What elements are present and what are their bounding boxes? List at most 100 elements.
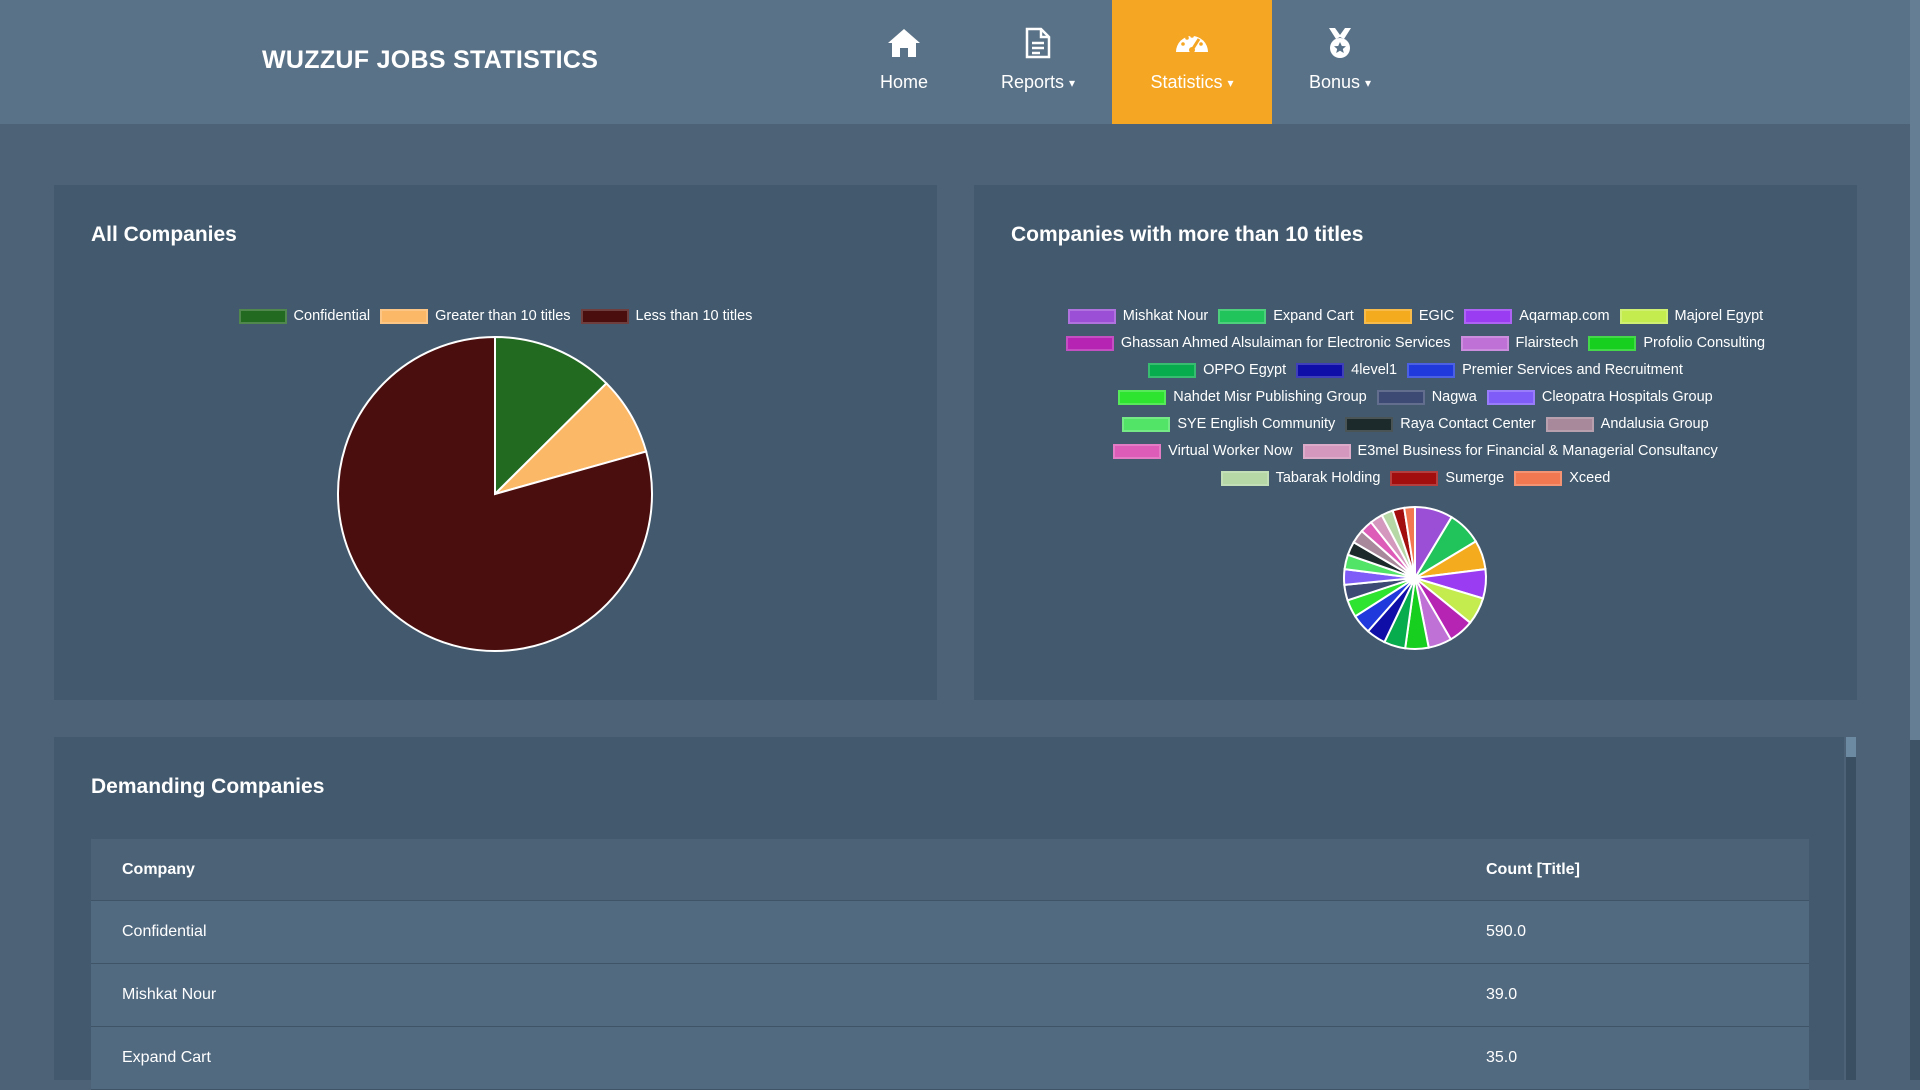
- legend-swatch: [238, 308, 287, 324]
- legend-item[interactable]: Less than 10 titles: [580, 307, 752, 325]
- legend-label: Majorel Egypt: [1674, 308, 1764, 324]
- legend-swatch: [1220, 470, 1269, 486]
- nav-reports-label: Reports: [1000, 72, 1064, 92]
- column-header-company[interactable]: Company: [122, 839, 195, 901]
- nav-reports[interactable]: Reports ▾: [988, 0, 1088, 124]
- legend-label: OPPO Egypt: [1203, 362, 1287, 378]
- brand-title[interactable]: WUZZUF JOBS STATISTICS: [262, 46, 598, 75]
- card-all-companies: All Companies Confidential Greater than 1…: [54, 185, 937, 700]
- legend-item[interactable]: Xceed: [1514, 469, 1610, 487]
- legend-label: Tabarak Holding: [1275, 470, 1381, 486]
- legend-item[interactable]: Mishkat Nour: [1067, 307, 1209, 325]
- legend-swatch: [1345, 416, 1394, 432]
- cell-company: Confidential: [122, 923, 207, 940]
- legend-item[interactable]: Profolio Consulting: [1588, 334, 1765, 352]
- nav-bonus[interactable]: Bonus ▾: [1296, 0, 1384, 124]
- legend-label: Flairstech: [1515, 335, 1579, 351]
- legend-item[interactable]: Majorel Egypt: [1619, 307, 1764, 325]
- legend-swatch: [380, 308, 429, 324]
- document-icon: [1025, 26, 1051, 60]
- chevron-down-icon: ▾: [1227, 75, 1234, 90]
- speedometer-icon: [1173, 26, 1211, 60]
- home-icon: [886, 26, 922, 60]
- legend-item[interactable]: Cleopatra Hospitals Group: [1486, 388, 1713, 406]
- chart-legend: Mishkat Nour Expand Cart EGIC Aqarmap.com Ma…: [1034, 307, 1797, 487]
- legend-label: Xceed: [1569, 470, 1611, 486]
- legend-swatch: [1464, 308, 1513, 324]
- legend-item[interactable]: Virtual Worker Now: [1113, 442, 1293, 460]
- card-companies-more-than-10: Companies with more than 10 titles Mishk…: [974, 185, 1857, 700]
- table-row[interactable]: Mishkat Nour 39.0: [91, 964, 1809, 1027]
- legend-item[interactable]: EGIC: [1363, 307, 1455, 325]
- legend-label: EGIC: [1418, 308, 1455, 324]
- legend-swatch: [580, 308, 629, 324]
- legend-label: Mishkat Nour: [1122, 308, 1209, 324]
- legend-label: Expand Cart: [1273, 308, 1354, 324]
- legend-swatch: [1363, 308, 1412, 324]
- legend-item[interactable]: Tabarak Holding: [1220, 469, 1381, 487]
- legend-label: Sumerge: [1445, 470, 1505, 486]
- table-row[interactable]: Expand Cart 35.0: [91, 1027, 1809, 1090]
- legend-label: Cleopatra Hospitals Group: [1541, 389, 1713, 405]
- legend-item[interactable]: SYE English Community: [1122, 415, 1335, 433]
- legend-label: 4level1: [1351, 362, 1398, 378]
- legend-swatch: [1390, 470, 1439, 486]
- legend-swatch: [1067, 308, 1116, 324]
- legend-label: Raya Contact Center: [1400, 416, 1536, 432]
- legend-item[interactable]: Flairstech: [1460, 334, 1579, 352]
- legend-item[interactable]: Expand Cart: [1218, 307, 1354, 325]
- top-navbar: WUZZUF JOBS STATISTICS Home Reports ▾ St…: [0, 0, 1910, 124]
- table-row[interactable]: Confidential 590.0: [91, 901, 1809, 964]
- nav-statistics[interactable]: Statistics ▾: [1112, 0, 1272, 124]
- column-header-count[interactable]: Count [Title]: [1486, 839, 1580, 901]
- legend-label: SYE English Community: [1177, 416, 1336, 432]
- legend-swatch: [1218, 308, 1267, 324]
- card-title: Companies with more than 10 titles: [1011, 223, 1364, 246]
- medal-icon: [1325, 26, 1355, 60]
- legend-item[interactable]: Andalusia Group: [1545, 415, 1709, 433]
- nav-statistics-label: Statistics: [1150, 72, 1223, 92]
- legend-swatch: [1148, 362, 1197, 378]
- chevron-down-icon: ▾: [1365, 75, 1372, 90]
- legend-item[interactable]: Sumerge: [1390, 469, 1504, 487]
- legend-item[interactable]: Aqarmap.com: [1464, 307, 1610, 325]
- demanding-companies-table: Company Count [Title] Confidential 590.0…: [91, 839, 1809, 1090]
- table-scrollbar[interactable]: [1846, 737, 1856, 1080]
- legend-swatch: [1486, 389, 1535, 405]
- legend-item[interactable]: Raya Contact Center: [1345, 415, 1536, 433]
- legend-label: Nahdet Misr Publishing Group: [1173, 389, 1367, 405]
- chart-legend: Confidential Greater than 10 titles Less t…: [54, 307, 937, 325]
- legend-item[interactable]: Premier Services and Recruitment: [1407, 361, 1683, 379]
- nav-home[interactable]: Home: [860, 0, 948, 124]
- legend-label: Premier Services and Recruitment: [1462, 362, 1683, 378]
- legend-item[interactable]: Confidential: [238, 307, 371, 325]
- legend-label: Confidential: [293, 308, 371, 324]
- legend-swatch: [1376, 389, 1425, 405]
- page-scrollbar[interactable]: [1910, 0, 1920, 1080]
- legend-swatch: [1296, 362, 1345, 378]
- legend-swatch: [1588, 335, 1637, 351]
- legend-item[interactable]: Nahdet Misr Publishing Group: [1118, 388, 1367, 406]
- legend-item[interactable]: 4level1: [1296, 361, 1397, 379]
- page-scrollbar-thumb[interactable]: [1910, 0, 1920, 740]
- legend-label: Aqarmap.com: [1519, 308, 1610, 324]
- pie-chart-all-companies: [337, 335, 653, 652]
- legend-swatch: [1302, 443, 1351, 459]
- legend-swatch: [1407, 362, 1456, 378]
- legend-item[interactable]: Greater than 10 titles: [380, 307, 571, 325]
- cell-count: 590.0: [1486, 923, 1527, 940]
- table-header-row: Company Count [Title]: [91, 839, 1809, 901]
- table-scrollbar-thumb[interactable]: [1846, 737, 1856, 757]
- legend-swatch: [1619, 308, 1668, 324]
- legend-swatch: [1118, 389, 1167, 405]
- pie-chart-more-than-10: [1343, 505, 1487, 650]
- legend-item[interactable]: Ghassan Ahmed Alsulaiman for Electronic …: [1065, 334, 1451, 352]
- legend-swatch: [1460, 335, 1509, 351]
- legend-item[interactable]: E3mel Business for Financial & Manageria…: [1302, 442, 1718, 460]
- legend-item[interactable]: OPPO Egypt: [1148, 361, 1286, 379]
- cell-count: 39.0: [1486, 986, 1518, 1003]
- legend-swatch: [1122, 416, 1171, 432]
- legend-label: Profolio Consulting: [1643, 335, 1766, 351]
- nav-home-label: Home: [879, 72, 928, 92]
- legend-item[interactable]: Nagwa: [1376, 388, 1477, 406]
